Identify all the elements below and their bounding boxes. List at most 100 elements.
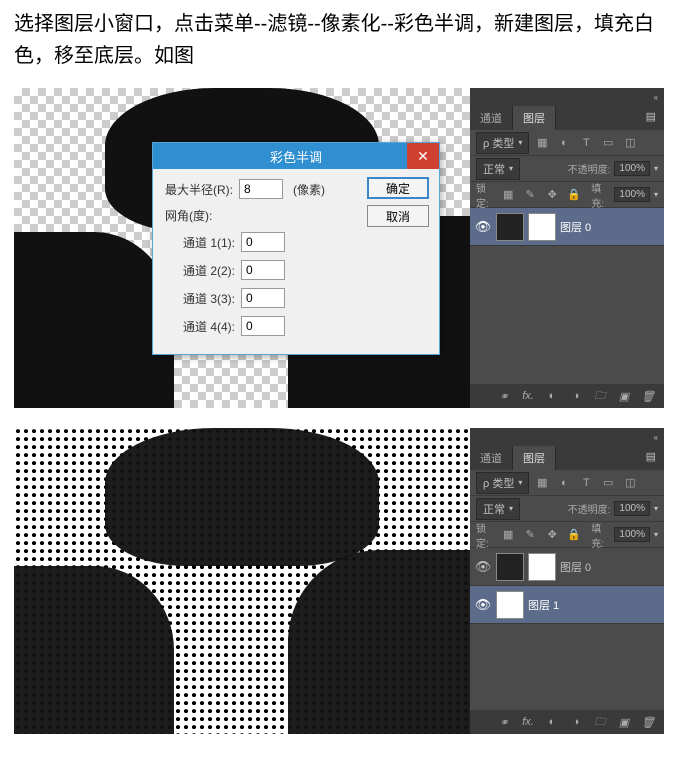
new-layer-icon[interactable]: ▣ [616,713,632,731]
blend-row: 正常 ▾ 不透明度: 100% ▾ [470,496,664,522]
visibility-toggle[interactable]: 👁 [474,219,492,235]
opacity-value[interactable]: 100% [614,501,650,516]
chevron-down-icon[interactable]: ▾ [654,164,658,173]
kind-filter-dropdown[interactable]: ρ 类型 ▾ [476,472,529,494]
lock-pos-icon[interactable]: ✥ [543,526,561,544]
panel-top-strip: « [470,88,664,106]
delete-layer-icon[interactable]: 🗑 [640,713,656,731]
chevron-down-icon[interactable]: ▾ [654,530,658,539]
ok-button[interactable]: 确定 [367,177,429,199]
lock-row: 锁定: ▦ ✎ ✥ 🔒 填充: 100% ▾ [470,182,664,208]
blend-mode-dropdown[interactable]: 正常 ▾ [476,498,520,520]
tab-channels[interactable]: 通道 [470,106,513,130]
lock-trans-icon[interactable]: ▦ [499,526,517,544]
layer-thumbnail[interactable] [496,213,524,241]
lock-pixel-icon[interactable]: ✎ [521,526,539,544]
chevron-down-icon[interactable]: ▾ [654,190,658,199]
tab-layers[interactable]: 图层 [513,106,556,130]
adjust-icon[interactable]: ◑ [568,713,584,731]
filter-smart-icon[interactable]: ◫ [621,474,639,492]
layer-item-1[interactable]: 👁 图层 1 [470,586,664,624]
fx-icon[interactable]: fx. [520,387,536,405]
chevron-down-icon[interactable]: ▾ [654,504,658,513]
tab-layers[interactable]: 图层 [513,446,556,470]
filter-image-icon[interactable]: ▦ [533,474,551,492]
filter-shape-icon[interactable]: ▭ [599,474,617,492]
mask-thumbnail[interactable] [528,553,556,581]
adjust-icon[interactable]: ◑ [568,387,584,405]
lock-trans-icon[interactable]: ▦ [499,186,517,204]
filter-shape-icon[interactable]: ▭ [599,134,617,152]
channel4-input[interactable] [241,316,285,336]
max-radius-label: 最大半径(R): [165,181,233,198]
tab-channels[interactable]: 通道 [470,446,513,470]
grid-angle-label: 网角(度): [165,207,212,224]
channel1-input[interactable] [241,232,285,252]
kind-filter-dropdown[interactable]: ρ 类型 ▾ [476,132,529,154]
collapse-icon[interactable]: « [654,433,658,442]
opacity-label: 不透明度: [568,161,611,176]
layer-thumbnail[interactable] [496,553,524,581]
visibility-toggle[interactable]: 👁 [474,597,492,613]
lock-all-icon[interactable]: 🔒 [565,526,583,544]
layer-item-0[interactable]: 👁 图层 0 [470,548,664,586]
max-radius-input[interactable] [239,179,283,199]
panel-tabs: 通道 图层 ▤ [470,446,664,470]
link-layers-icon[interactable]: ⚭ [496,387,512,405]
channel2-input[interactable] [241,260,285,280]
mask-icon[interactable]: ◐ [544,387,560,405]
unit-label: (像素) [293,181,325,198]
fill-label: 填充: [591,180,610,210]
fill-value[interactable]: 100% [614,187,650,202]
filter-image-icon[interactable]: ▦ [533,134,551,152]
lock-pos-icon[interactable]: ✥ [543,186,561,204]
layer-thumbnail[interactable] [496,591,524,619]
link-layers-icon[interactable]: ⚭ [496,713,512,731]
panel-menu-icon[interactable]: ▤ [638,106,664,130]
color-halftone-dialog: 彩色半调 ✕ 确定 取消 最大半径(R): (像素) 网角(度): 通道 1(1… [152,142,440,355]
dialog-close-button[interactable]: ✕ [407,143,439,169]
filter-text-icon[interactable]: T [577,474,595,492]
dialog-titlebar[interactable]: 彩色半调 ✕ [153,143,439,169]
filter-adjust-icon[interactable]: ◐ [555,134,573,152]
group-icon[interactable]: 🗀 [592,713,608,731]
panel-tabs: 通道 图层 ▤ [470,106,664,130]
chevron-down-icon: ▾ [518,138,522,147]
new-layer-icon[interactable]: ▣ [616,387,632,405]
visibility-toggle[interactable]: 👁 [474,559,492,575]
dialog-body: 确定 取消 最大半径(R): (像素) 网角(度): 通道 1(1): 通道 2… [153,169,439,354]
group-icon[interactable]: 🗀 [592,387,608,405]
filter-text-icon[interactable]: T [577,134,595,152]
layer-item-0[interactable]: 👁 图层 0 [470,208,664,246]
lock-label: 锁定: [476,520,495,550]
chevron-down-icon: ▾ [509,504,513,513]
channel3-label: 通道 3(3): [183,290,235,307]
channel2-label: 通道 2(2): [183,262,235,279]
filter-adjust-icon[interactable]: ◐ [555,474,573,492]
channel3-input[interactable] [241,288,285,308]
layer-name[interactable]: 图层 0 [560,559,591,575]
layer-name[interactable]: 图层 0 [560,219,591,235]
cancel-button[interactable]: 取消 [367,205,429,227]
layers-list: 👁 图层 0 [470,208,664,384]
lock-all-icon[interactable]: 🔒 [565,186,583,204]
opacity-value[interactable]: 100% [614,161,650,176]
screenshot-1: 彩色半调 ✕ 确定 取消 最大半径(R): (像素) 网角(度): 通道 1(1… [14,88,664,408]
delete-layer-icon[interactable]: 🗑 [640,387,656,405]
mask-icon[interactable]: ◐ [544,713,560,731]
layers-list: 👁 图层 0 👁 图层 1 [470,548,664,710]
blend-mode-dropdown[interactable]: 正常 ▾ [476,158,520,180]
mask-thumbnail[interactable] [528,213,556,241]
panel-menu-icon[interactable]: ▤ [638,446,664,470]
layers-panel-2: « 通道 图层 ▤ ρ 类型 ▾ ▦ ◐ T ▭ ◫ 正常 ▾ 不透明度: 10… [470,428,664,734]
fx-icon[interactable]: fx. [520,713,536,731]
filter-row: ρ 类型 ▾ ▦ ◐ T ▭ ◫ [470,470,664,496]
lock-pixel-icon[interactable]: ✎ [521,186,539,204]
collapse-icon[interactable]: « [654,93,658,102]
canvas-area-1: 彩色半调 ✕ 确定 取消 最大半径(R): (像素) 网角(度): 通道 1(1… [14,88,470,408]
layer-name[interactable]: 图层 1 [528,597,559,613]
instruction-text: 选择图层小窗口，点击菜单--滤镜--像素化--彩色半调，新建图层，填充白色，移至… [0,0,678,80]
chevron-down-icon: ▾ [509,164,513,173]
fill-value[interactable]: 100% [614,527,650,542]
filter-smart-icon[interactable]: ◫ [621,134,639,152]
